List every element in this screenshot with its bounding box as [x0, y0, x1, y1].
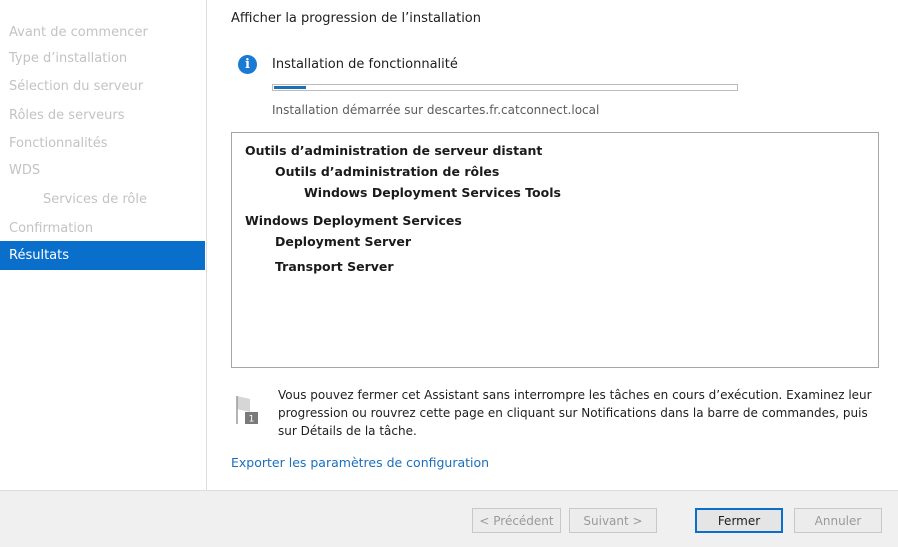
progress-bar-fill — [274, 86, 306, 89]
nav-step-selection-serveur[interactable]: Sélection du serveur — [0, 72, 205, 101]
tree-item-outils-admin-serveur-distant: Outils d’administration de serveur dista… — [245, 143, 543, 158]
cancel-button[interactable]: Annuler — [794, 508, 882, 533]
installation-status-subtitle: Installation démarrée sur descartes.fr.c… — [272, 103, 600, 117]
page-title: Afficher la progression de l’installatio… — [231, 11, 481, 26]
tree-item-wds-tools: Windows Deployment Services Tools — [304, 185, 561, 200]
nav-step-services-de-role[interactable]: Services de rôle — [0, 185, 205, 214]
installation-progress-bar — [272, 84, 738, 91]
previous-button[interactable]: < Précédent — [472, 508, 561, 533]
svg-text:1: 1 — [249, 415, 255, 425]
info-icon: i — [238, 55, 257, 74]
nav-step-avant-de-commencer[interactable]: Avant de commencer — [0, 18, 205, 47]
nav-step-fonctionnalites[interactable]: Fonctionnalités — [0, 129, 205, 158]
tree-item-outils-admin-roles: Outils d’administration de rôles — [275, 164, 500, 179]
tree-item-deployment-server: Deployment Server — [275, 234, 411, 249]
close-button[interactable]: Fermer — [695, 508, 783, 533]
nav-step-wds[interactable]: WDS — [0, 156, 205, 185]
notification-hint-text: Vous pouvez fermer cet Assistant sans in… — [278, 388, 872, 438]
next-button[interactable]: Suivant > — [569, 508, 657, 533]
tree-item-windows-deployment-services: Windows Deployment Services — [245, 213, 462, 228]
nav-step-roles-serveurs[interactable]: Rôles de serveurs — [0, 101, 205, 130]
flag-notification-icon: 1 — [236, 396, 258, 425]
nav-step-confirmation[interactable]: Confirmation — [0, 214, 205, 243]
export-config-link[interactable]: Exporter les paramètres de configuration — [231, 455, 489, 470]
installation-status-title: Installation de fonctionnalité — [272, 57, 458, 72]
nav-step-type-installation[interactable]: Type d’installation — [0, 44, 205, 73]
sidebar-divider — [206, 0, 207, 490]
wizard-steps-sidebar: Avant de commencer Type d’installation S… — [0, 0, 206, 490]
results-list-box[interactable]: Outils d’administration de serveur dista… — [231, 132, 879, 368]
tree-item-transport-server: Transport Server — [275, 259, 394, 274]
nav-step-resultats[interactable]: Résultats — [0, 241, 205, 270]
